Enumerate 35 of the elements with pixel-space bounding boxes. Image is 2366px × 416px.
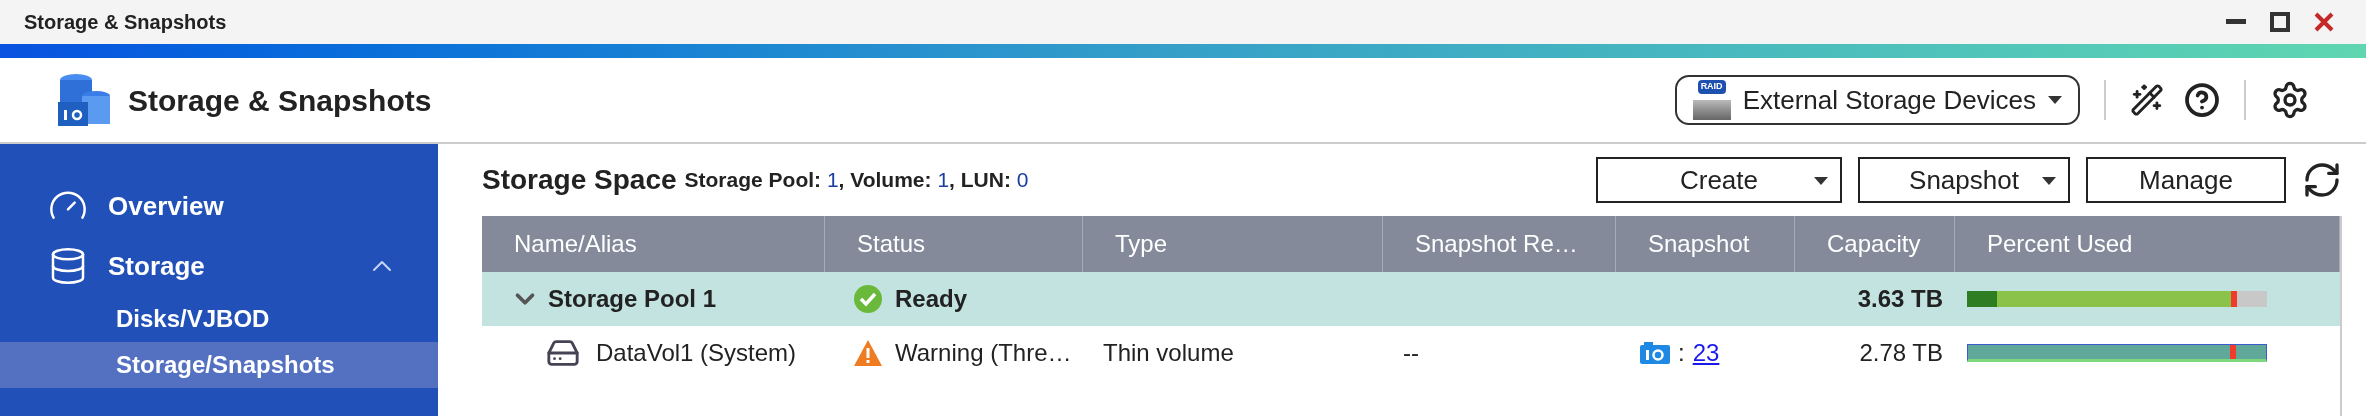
storage-summary: Storage Pool: 1, Volume: 1, LUN: 0 (684, 167, 1029, 194)
separator-text: : (1678, 338, 1685, 368)
wand-icon[interactable] (2130, 83, 2164, 117)
minimize-icon[interactable] (2226, 19, 2246, 25)
table-cell-text: 2.78 TB (1858, 338, 1944, 368)
table-cell: Storage Pool 1 (482, 272, 825, 326)
table-cell-text: 3.63 TB (1856, 284, 1944, 314)
toolbar-button[interactable]: Snapshot (1858, 157, 2070, 203)
table-cell-text: Thin volume (1102, 338, 1235, 368)
snapshot-count-link[interactable]: 23 (1692, 335, 1720, 371)
table-cell: DataVol1 (System) (482, 326, 825, 380)
storage-app-icon (56, 72, 112, 128)
external-storage-dropdown[interactable]: RAID External Storage Devices (1674, 75, 2080, 125)
table-cell: Ready (825, 272, 1083, 326)
table-row[interactable]: Storage Pool 1 Ready 3.63 TB (482, 272, 2340, 326)
sidebar-item[interactable]: Storage (0, 236, 438, 296)
sidebar-item[interactable]: Overview (0, 176, 438, 236)
settings-icon[interactable] (2270, 80, 2310, 120)
refresh-icon[interactable] (2302, 160, 2342, 200)
sidebar-subitem[interactable]: Disks/VJBOD (0, 296, 438, 342)
table-cell: Warning (Thre… (825, 326, 1083, 380)
caret-icon (2048, 96, 2062, 104)
toolbar-button[interactable]: Manage (2086, 157, 2286, 203)
camera-icon (1640, 342, 1670, 364)
toolbar-button[interactable]: Create (1596, 157, 1842, 203)
close-icon[interactable] (2314, 12, 2334, 32)
app-title: Storage & Snapshots (128, 82, 432, 119)
check-icon (853, 284, 883, 314)
section-title: Storage Space (482, 163, 677, 197)
window-title: Storage & Snapshots (24, 10, 227, 35)
raid-label: RAID (1697, 80, 1726, 94)
maximize-icon[interactable] (2270, 12, 2290, 32)
sidebar-subitem[interactable]: Storage/Snapshots (0, 342, 438, 388)
help-icon[interactable] (2184, 82, 2220, 118)
table-cell-text: -- (1402, 338, 1420, 368)
